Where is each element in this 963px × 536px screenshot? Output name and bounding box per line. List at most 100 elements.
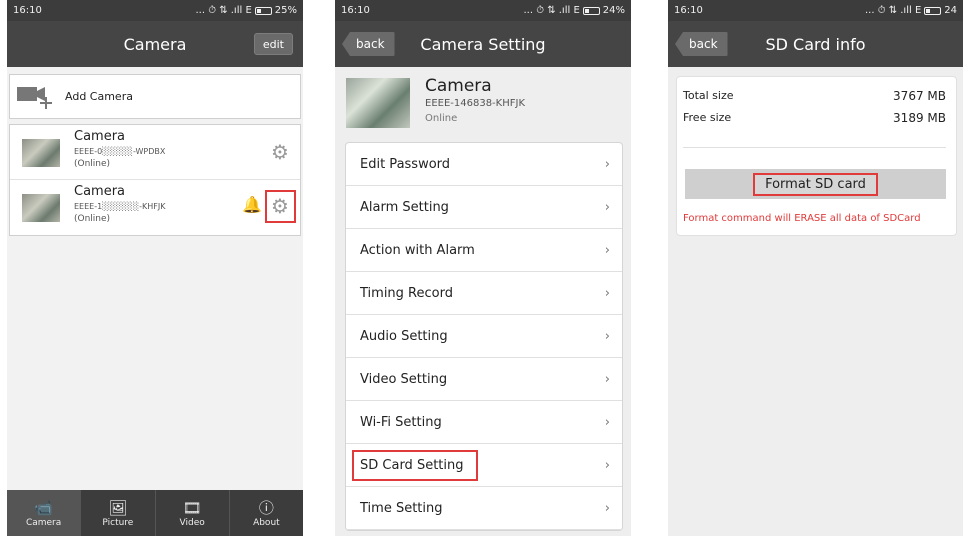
chevron-right-icon: › bbox=[604, 500, 610, 516]
menu-item-wifi-setting[interactable]: Wi-Fi Setting › bbox=[346, 401, 622, 444]
alarm-bell-icon: 🔔 bbox=[242, 195, 262, 214]
battery-level: 25% bbox=[274, 5, 297, 16]
picture-icon: 🖼 bbox=[108, 499, 128, 517]
total-size-row: Total size 3767 MB bbox=[683, 89, 946, 103]
bottom-tab-bar: 📹 Camera 🖼 Picture 🎞 Video ⓘ About bbox=[7, 490, 303, 536]
camera-thumbnail bbox=[22, 194, 60, 222]
chevron-right-icon: › bbox=[604, 242, 610, 258]
camera-setting-screen: 16:10 ... ⏱ ⇅ .ıll E 24% back Camera Set… bbox=[335, 0, 631, 536]
tab-label: Camera bbox=[25, 518, 62, 528]
add-camera-label: Add Camera bbox=[65, 90, 133, 103]
tab-camera[interactable]: 📹 Camera bbox=[7, 490, 82, 536]
menu-item-audio-setting[interactable]: Audio Setting › bbox=[346, 315, 622, 358]
tab-label: About bbox=[253, 518, 280, 528]
status-time: 16:10 bbox=[341, 5, 370, 16]
tab-about[interactable]: ⓘ About bbox=[230, 490, 303, 536]
camera-status: Online bbox=[425, 113, 458, 124]
menu-item-label: Alarm Setting bbox=[360, 199, 449, 215]
edit-button[interactable]: edit bbox=[253, 33, 293, 55]
format-warning: Format command will ERASE all data of SD… bbox=[683, 213, 921, 224]
camera-status: (Online) bbox=[74, 214, 111, 224]
status-time: 16:10 bbox=[13, 5, 42, 16]
camera-name: Camera bbox=[74, 129, 126, 144]
camera-status: (Online) bbox=[74, 159, 111, 169]
status-icons: ... ⏱ ⇅ .ıll E bbox=[865, 5, 922, 16]
add-camera-button[interactable]: Add Camera bbox=[9, 74, 301, 119]
tab-picture[interactable]: 🖼 Picture bbox=[81, 490, 156, 536]
video-icon: 🎞 bbox=[182, 499, 202, 517]
menu-item-label: Action with Alarm bbox=[360, 242, 475, 258]
camera-summary: Camera EEEE-146838-KHFJK Online bbox=[335, 67, 631, 137]
menu-item-sd-card-setting[interactable]: SD Card Setting › bbox=[346, 444, 622, 487]
menu-item-label: Time Setting bbox=[360, 500, 443, 516]
highlight-box bbox=[352, 450, 478, 481]
status-time: 16:10 bbox=[674, 5, 703, 16]
tab-video[interactable]: 🎞 Video bbox=[156, 490, 230, 536]
menu-item-time-setting[interactable]: Time Setting › bbox=[346, 487, 622, 530]
camera-list-screen: 16:10 ... ⏱ ⇅ .ıll E 25% Camera edit Add… bbox=[7, 0, 303, 536]
camera-name: Camera bbox=[425, 76, 492, 96]
chevron-right-icon: › bbox=[604, 285, 610, 301]
title-bar: back SD Card info bbox=[668, 21, 963, 67]
camera-list-item[interactable]: Camera EEEE-0░░░░░-WPDBX (Online) ⚙ bbox=[10, 125, 300, 180]
free-size-label: Free size bbox=[683, 111, 732, 124]
camera-id: EEEE-1░░░░░░-KHFJK bbox=[74, 202, 166, 211]
free-size-row: Free size 3189 MB bbox=[683, 111, 946, 125]
title-bar: back Camera Setting bbox=[335, 21, 631, 67]
menu-item-label: Video Setting bbox=[360, 371, 448, 387]
settings-menu: Edit Password › Alarm Setting › Action wit… bbox=[345, 142, 623, 531]
chevron-right-icon: › bbox=[604, 328, 610, 344]
menu-item-label: Wi-Fi Setting bbox=[360, 414, 442, 430]
chevron-right-icon: › bbox=[604, 199, 610, 215]
status-bar: 16:10 ... ⏱ ⇅ .ıll E 24% bbox=[335, 0, 631, 21]
menu-item-edit-password[interactable]: Edit Password › bbox=[346, 143, 622, 186]
menu-item-action-with-alarm[interactable]: Action with Alarm › bbox=[346, 229, 622, 272]
divider bbox=[683, 147, 946, 148]
tab-label: Video bbox=[179, 518, 205, 528]
chevron-right-icon: › bbox=[604, 156, 610, 172]
camera-id: EEEE-146838-KHFJK bbox=[425, 98, 525, 109]
page-title: SD Card info bbox=[765, 34, 866, 54]
menu-item-timing-record[interactable]: Timing Record › bbox=[346, 272, 622, 315]
add-camera-icon bbox=[17, 86, 52, 109]
page-title: Camera bbox=[123, 34, 187, 54]
battery-icon bbox=[582, 6, 600, 15]
status-icons: ... ⏱ ⇅ .ıll E bbox=[195, 5, 252, 16]
camera-icon: 📹 bbox=[34, 499, 53, 517]
battery-level: 24% bbox=[602, 5, 625, 16]
total-size-label: Total size bbox=[683, 89, 734, 102]
battery-icon bbox=[254, 6, 272, 15]
battery-icon bbox=[924, 6, 942, 15]
total-size-value: 3767 MB bbox=[893, 89, 946, 103]
free-size-value: 3189 MB bbox=[893, 111, 946, 125]
sd-card-info-screen: 16:10 ... ⏱ ⇅ .ıll E 24 back SD Card inf… bbox=[668, 0, 963, 536]
status-icons: ... ⏱ ⇅ .ıll E bbox=[523, 5, 580, 16]
menu-item-label: Timing Record bbox=[360, 285, 453, 301]
chevron-right-icon: › bbox=[604, 371, 610, 387]
status-bar: 16:10 ... ⏱ ⇅ .ıll E 24 bbox=[668, 0, 963, 21]
menu-item-alarm-setting[interactable]: Alarm Setting › bbox=[346, 186, 622, 229]
menu-item-label: Audio Setting bbox=[360, 328, 448, 344]
gear-icon[interactable]: ⚙ bbox=[269, 141, 291, 163]
title-bar: Camera edit bbox=[7, 21, 303, 67]
camera-thumbnail bbox=[22, 139, 60, 167]
menu-item-label: Edit Password bbox=[360, 156, 451, 172]
chevron-right-icon: › bbox=[604, 414, 610, 430]
format-sd-card-label: Format SD card bbox=[753, 172, 878, 196]
camera-list-item[interactable]: Camera EEEE-1░░░░░░-KHFJK (Online) 🔔 ⚙ bbox=[10, 180, 300, 235]
back-button[interactable]: back bbox=[675, 32, 728, 56]
camera-thumbnail bbox=[346, 78, 410, 128]
sd-card-panel: Total size 3767 MB Free size 3189 MB For… bbox=[676, 76, 957, 236]
tab-label: Picture bbox=[102, 518, 134, 528]
back-button[interactable]: back bbox=[342, 32, 395, 56]
menu-item-video-setting[interactable]: Video Setting › bbox=[346, 358, 622, 401]
highlight-box bbox=[265, 190, 296, 223]
status-bar: 16:10 ... ⏱ ⇅ .ıll E 25% bbox=[7, 0, 303, 21]
camera-name: Camera bbox=[74, 184, 126, 199]
camera-id: EEEE-0░░░░░-WPDBX bbox=[74, 147, 166, 156]
battery-level: 24 bbox=[944, 5, 957, 16]
camera-list: Camera EEEE-0░░░░░-WPDBX (Online) ⚙ Came… bbox=[9, 124, 301, 236]
info-icon: ⓘ bbox=[258, 499, 274, 517]
format-sd-card-button[interactable]: Format SD card bbox=[685, 169, 946, 199]
page-title: Camera Setting bbox=[420, 34, 546, 54]
